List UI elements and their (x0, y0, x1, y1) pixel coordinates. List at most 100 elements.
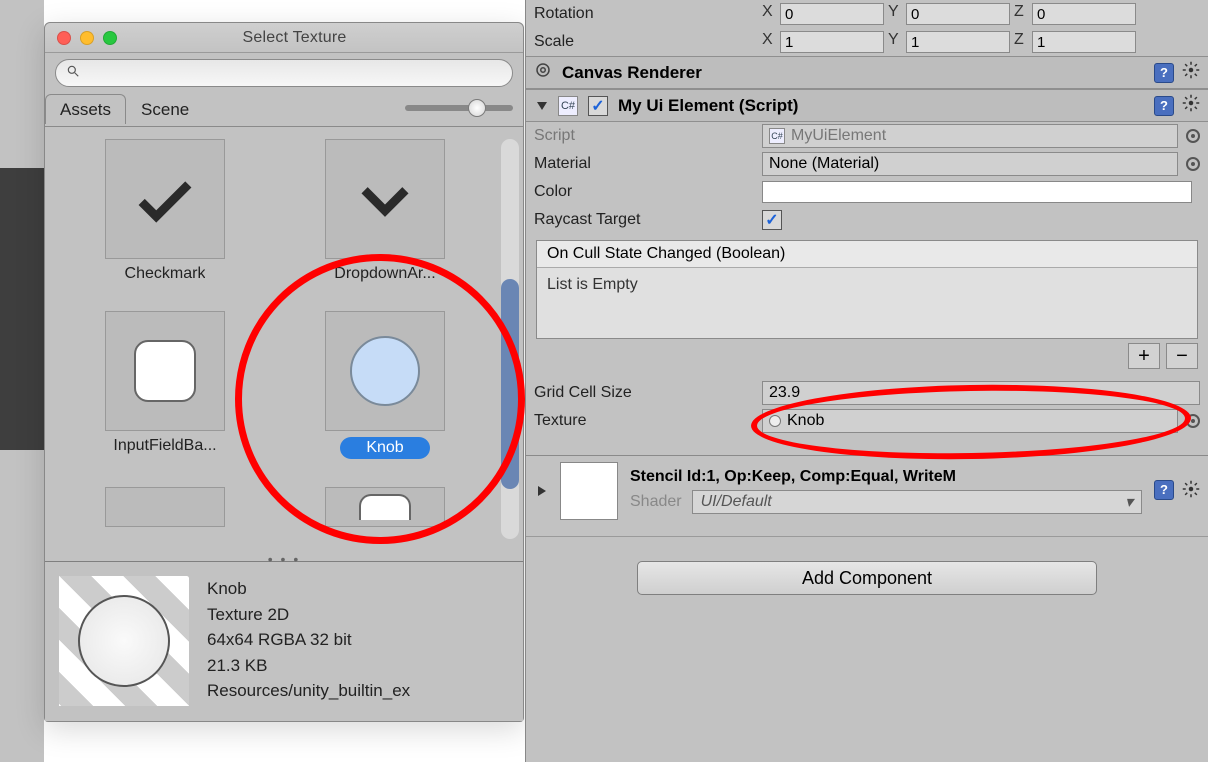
truncated-thumb (105, 487, 225, 527)
texture-item-selected[interactable]: Knob (285, 311, 485, 459)
raycast-label: Raycast Target (534, 211, 754, 229)
csharp-script-icon: C# (558, 96, 578, 116)
texture-item-label: InputFieldBa... (113, 437, 216, 455)
preview-info: Knob Texture 2D 64x64 RGBA 32 bit 21.3 K… (207, 576, 410, 707)
help-icon[interactable]: ? (1154, 480, 1174, 500)
select-texture-window: Select Texture Assets Scene Checkmark (44, 22, 524, 722)
gear-icon[interactable] (1182, 480, 1200, 503)
rotation-z-input[interactable] (1032, 3, 1136, 25)
color-field[interactable] (762, 181, 1192, 203)
event-list-body: List is Empty (537, 268, 1197, 338)
remove-event-button[interactable]: − (1166, 343, 1198, 369)
canvas-renderer-header[interactable]: Canvas Renderer ? (526, 56, 1208, 89)
object-picker-icon[interactable] (1186, 157, 1200, 171)
raycast-target-checkbox[interactable] (762, 210, 782, 230)
material-preview (560, 462, 618, 520)
script-value: MyUiElement (791, 127, 886, 145)
input-field-background-icon (105, 311, 225, 431)
axis-x-label: X (762, 3, 776, 25)
texture-item[interactable] (65, 487, 265, 527)
shader-value: UI/Default (701, 493, 772, 511)
knob-icon (325, 311, 445, 431)
gear-icon[interactable] (1182, 94, 1200, 117)
texture-item-label: Knob (340, 437, 429, 459)
crop-strip (0, 0, 44, 168)
texture-item-label: DropdownAr... (334, 265, 435, 283)
knob-icon (769, 415, 781, 427)
truncated-thumb (325, 487, 445, 527)
script-field: C# MyUiElement (762, 124, 1178, 148)
search-input[interactable] (86, 65, 502, 81)
texture-item[interactable]: InputFieldBa... (65, 311, 265, 459)
texture-grid-area: Checkmark DropdownAr... InputFieldBa... … (45, 127, 523, 561)
material-value: None (Material) (769, 155, 879, 173)
color-label: Color (534, 183, 754, 201)
script-label: Script (534, 127, 754, 145)
disclosure-triangle[interactable] (534, 485, 548, 497)
object-picker-icon[interactable] (1186, 414, 1200, 428)
texture-item-label: Checkmark (125, 265, 206, 283)
preview-name: Knob (207, 576, 410, 602)
texture-field[interactable]: Knob (762, 409, 1178, 433)
axis-y-label: Y (888, 3, 902, 25)
material-label: Material (534, 155, 754, 173)
grid-cell-size-input[interactable] (762, 381, 1200, 405)
window-close-button[interactable] (57, 31, 71, 45)
event-list: On Cull State Changed (Boolean) List is … (536, 240, 1198, 339)
event-list-header: On Cull State Changed (Boolean) (537, 241, 1197, 268)
tab-scene[interactable]: Scene (126, 94, 204, 124)
add-component-button[interactable]: Add Component (637, 561, 1097, 595)
gear-icon[interactable] (1182, 61, 1200, 84)
shader-label: Shader (630, 493, 682, 511)
rotation-y-input[interactable] (906, 3, 1010, 25)
search-icon (66, 64, 80, 83)
material-title: Stencil Id:1, Op:Keep, Comp:Equal, Write… (630, 468, 1142, 486)
axis-z-label: Z (1014, 31, 1028, 53)
window-title: Select Texture (78, 29, 511, 47)
help-icon[interactable]: ? (1154, 63, 1174, 83)
chevron-down-icon: ▾ (1125, 492, 1133, 512)
material-header: Stencil Id:1, Op:Keep, Comp:Equal, Write… (526, 455, 1208, 526)
disclosure-triangle[interactable] (534, 100, 548, 112)
add-event-button[interactable]: + (1128, 343, 1160, 369)
scale-x-input[interactable] (780, 31, 884, 53)
object-picker-icon[interactable] (1186, 129, 1200, 143)
axis-y-label: Y (888, 31, 902, 53)
crop-strip (0, 168, 44, 450)
picker-tabs: Assets Scene (45, 93, 523, 127)
preview-size: 21.3 KB (207, 653, 410, 679)
component-enabled-checkbox[interactable] (588, 96, 608, 116)
axis-x-label: X (762, 31, 776, 53)
component-title: My Ui Element (Script) (618, 96, 798, 116)
resize-handle[interactable]: • • • (268, 551, 300, 567)
script-component-header[interactable]: C# My Ui Element (Script) ? (526, 89, 1208, 122)
preview-panel: Knob Texture 2D 64x64 RGBA 32 bit 21.3 K… (45, 561, 523, 721)
thumbnail-size-slider[interactable] (405, 105, 513, 111)
scrollbar[interactable] (501, 139, 519, 539)
texture-label: Texture (534, 412, 754, 430)
texture-item[interactable]: DropdownAr... (285, 139, 485, 283)
rotation-label: Rotation (534, 5, 754, 23)
material-field[interactable]: None (Material) (762, 152, 1178, 176)
scale-label: Scale (534, 33, 754, 51)
component-title: Canvas Renderer (562, 63, 702, 83)
inspector-panel: Rotation X Y Z Scale X Y Z Canvas Render… (525, 0, 1208, 762)
checkmark-icon (105, 139, 225, 259)
crop-strip (0, 450, 44, 762)
window-titlebar: Select Texture (45, 23, 523, 53)
help-icon[interactable]: ? (1154, 96, 1174, 116)
preview-dimensions: 64x64 RGBA 32 bit (207, 627, 410, 653)
grid-cell-size-label: Grid Cell Size (534, 384, 754, 402)
texture-item[interactable] (285, 487, 485, 527)
tab-assets[interactable]: Assets (45, 94, 126, 124)
scale-z-input[interactable] (1032, 31, 1136, 53)
preview-thumbnail (59, 576, 189, 706)
preview-type: Texture 2D (207, 602, 410, 628)
rotation-x-input[interactable] (780, 3, 884, 25)
shader-dropdown[interactable]: UI/Default ▾ (692, 490, 1142, 514)
dropdown-arrow-icon (325, 139, 445, 259)
transform-rotation-row: Rotation X Y Z (526, 0, 1208, 28)
scale-y-input[interactable] (906, 31, 1010, 53)
axis-z-label: Z (1014, 3, 1028, 25)
texture-item[interactable]: Checkmark (65, 139, 265, 283)
